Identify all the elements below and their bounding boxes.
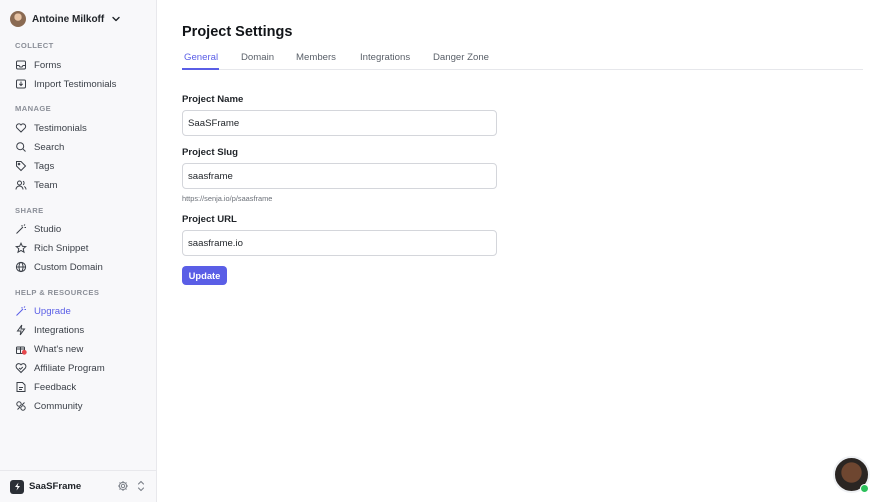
update-button[interactable]: Update [182,266,227,285]
sidebar: Antoine Milkoff COLLECT Forms Import Tes… [0,0,157,502]
logo-icon [14,482,20,491]
project-slug-hint: https://senja.io/p/saasframe [182,194,273,203]
user-avatar [10,11,26,27]
sidebar-item-rich-snippet[interactable]: Rich Snippet [15,240,88,256]
sidebar-item-label: Custom Domain [34,261,103,273]
sidebar-item-community[interactable]: Community [15,398,83,414]
project-name-input[interactable] [182,110,497,136]
user-menu[interactable]: Antoine Milkoff [10,10,122,28]
sidebar-item-label: Search [34,141,65,153]
sidebar-item-studio[interactable]: Studio [15,221,61,237]
sidebar-item-integrations[interactable]: Integrations [15,322,84,338]
inbox-icon [16,60,26,70]
users-icon [15,180,27,190]
sidebar-item-affiliate-program[interactable]: Affiliate Program [15,360,105,376]
section-title-help-resources: HELP & RESOURCES [15,288,100,297]
project-name: SaaSFrame [29,481,82,492]
project-logo [10,479,24,494]
sidebar-item-label: Rich Snippet [34,242,89,254]
project-slug-label: Project Slug [182,147,238,158]
search-icon [16,142,26,152]
sidebar-item-label: Testimonials [34,122,87,134]
tag-icon [16,161,27,172]
sidebar-item-label: Feedback [34,381,77,393]
feedback-icon [16,382,26,392]
sidebar-item-label: Forms [34,59,62,71]
heart-handshake-icon [15,363,27,374]
lightning-icon [16,324,26,336]
tab-general[interactable]: General [184,52,218,63]
import-icon [16,79,26,89]
gear-icon[interactable] [117,480,129,492]
tab-domain[interactable]: Domain [241,52,274,63]
chevron-up-down-icon[interactable] [136,479,146,493]
sidebar-item-custom-domain[interactable]: Custom Domain [15,259,103,275]
project-slug-input[interactable] [182,163,497,189]
section-title-share: SHARE [15,206,44,215]
page-title: Project Settings [182,24,293,40]
tab-members[interactable]: Members [296,52,336,63]
magic-wand-icon [16,224,26,234]
sparkle-icon [16,306,26,316]
gift-icon [16,346,27,355]
sidebar-item-forms[interactable]: Forms [15,57,61,73]
sidebar-item-label: Team [34,179,58,191]
sidebar-item-feedback[interactable]: Feedback [15,379,76,395]
section-title-manage: MANAGE [15,104,52,113]
star-icon [15,242,27,254]
tab-danger-zone[interactable]: Danger Zone [433,52,489,63]
chevron-down-icon [112,16,120,22]
project-url-input[interactable] [182,230,497,256]
project-switcher: SaaSFrame [0,470,157,502]
project-name-label: Project Name [182,94,244,105]
project-url-label: Project URL [182,214,237,225]
sidebar-item-upgrade[interactable]: Upgrade [15,303,71,319]
sidebar-item-tags[interactable]: Tags [15,158,54,174]
sidebar-item-testimonials[interactable]: Testimonials [15,120,87,136]
tab-integrations[interactable]: Integrations [360,52,410,63]
sidebar-item-label: Affiliate Program [34,362,105,374]
globe-icon [15,261,27,273]
sidebar-item-label: What's new [34,343,84,355]
sidebar-item-whats-new[interactable]: What's new [15,341,83,357]
section-title-collect: COLLECT [15,41,54,50]
sidebar-item-label: Tags [34,160,55,172]
sidebar-item-label: Integrations [34,324,85,336]
sidebar-item-label: Upgrade [34,305,71,317]
sidebar-item-label: Studio [34,223,62,235]
heart-icon [15,123,27,133]
sidebar-item-import-testimonials[interactable]: Import Testimonials [15,76,116,92]
active-tab-indicator [182,68,219,70]
user-name: Antoine Milkoff [32,13,105,25]
community-icon [16,401,26,411]
online-status-indicator [860,484,869,493]
sidebar-item-label: Import Testimonials [34,78,117,90]
sidebar-item-label: Community [34,400,83,412]
sidebar-item-team[interactable]: Team [15,177,57,193]
sidebar-item-search[interactable]: Search [15,139,64,155]
settings-tabs: General Domain Members Integrations Dang… [182,50,863,70]
